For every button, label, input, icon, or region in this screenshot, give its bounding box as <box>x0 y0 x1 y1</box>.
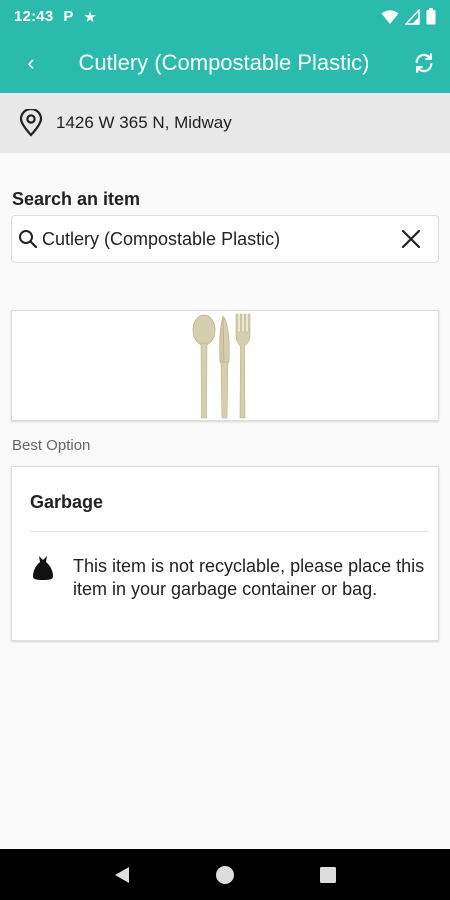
best-option-card: Garbage This item is not recyclable, ple… <box>11 466 439 641</box>
app-bar: ‹ Cutlery (Compostable Plastic) <box>0 33 450 93</box>
close-icon <box>401 229 421 249</box>
chevron-left-icon: ‹ <box>27 50 35 75</box>
search-box <box>11 215 439 263</box>
item-image-card <box>11 310 439 421</box>
option-description: This item is not recyclable, please plac… <box>73 556 425 599</box>
parking-icon: P <box>63 8 74 25</box>
system-nav-bar <box>0 849 450 900</box>
clear-search-button[interactable] <box>384 216 438 262</box>
divider <box>30 531 428 532</box>
refresh-icon <box>415 53 433 73</box>
recents-square-icon <box>320 866 337 883</box>
address-text: 1426 W 365 N, Midway <box>56 113 232 132</box>
cutlery-image <box>192 313 251 418</box>
status-bar: 12:43 P ★ <box>0 0 450 33</box>
battery-icon <box>426 8 436 25</box>
star-icon: ★ <box>83 8 97 26</box>
search-input[interactable] <box>42 228 384 250</box>
search-label: Search an item <box>12 189 141 209</box>
nav-back-button[interactable] <box>102 855 142 895</box>
address-bar[interactable]: 1426 W 365 N, Midway <box>0 93 450 153</box>
wifi-icon <box>381 9 399 24</box>
signal-icon <box>405 8 420 25</box>
garbage-bag-icon <box>33 556 53 580</box>
status-time: 12:43 <box>14 8 54 25</box>
nav-home-button[interactable] <box>205 855 245 895</box>
search-icon <box>19 230 38 249</box>
refresh-button[interactable] <box>398 33 450 93</box>
status-right <box>381 8 436 25</box>
page-title: Cutlery (Compostable Plastic) <box>78 50 370 75</box>
home-circle-icon <box>215 865 234 884</box>
nav-recents-button[interactable] <box>308 855 348 895</box>
option-title: Garbage <box>30 492 104 512</box>
location-pin-icon <box>19 109 43 137</box>
best-option-label: Best Option <box>12 437 91 454</box>
back-button[interactable]: ‹ <box>0 33 62 93</box>
status-left: 12:43 P ★ <box>14 8 97 26</box>
back-triangle-icon <box>114 866 129 883</box>
